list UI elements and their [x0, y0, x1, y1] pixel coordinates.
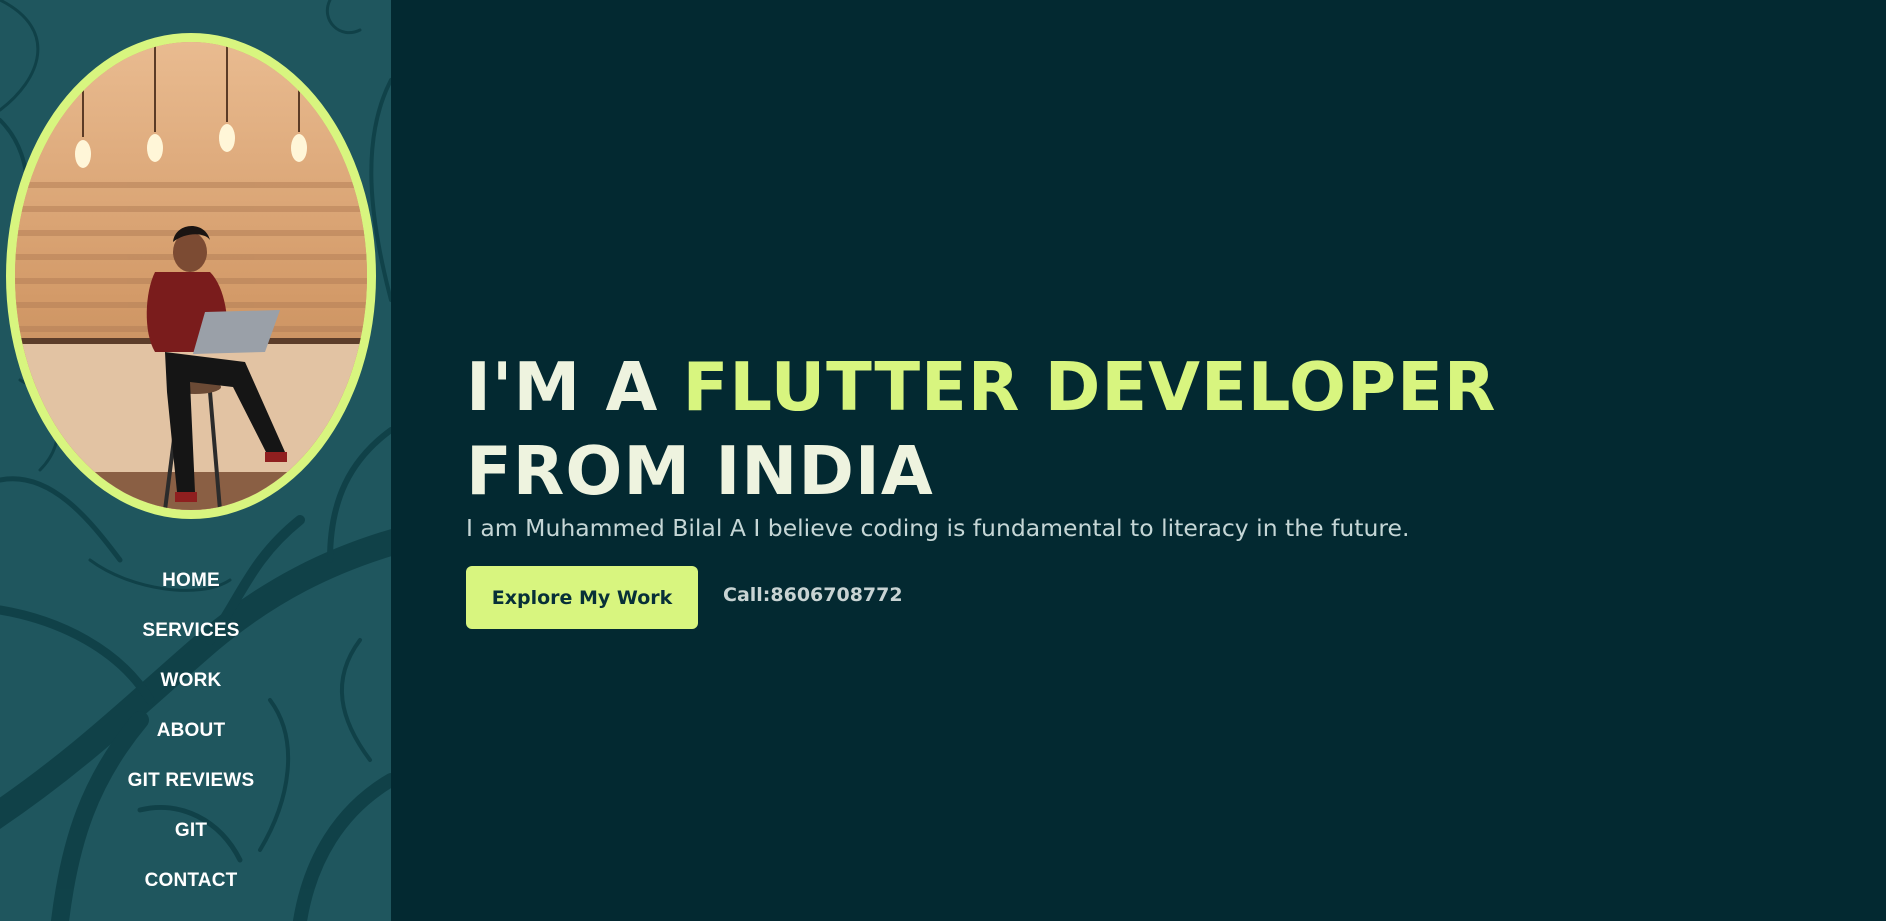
call-link[interactable]: Call:8606708772 — [723, 584, 903, 606]
headline-accent: FLUTTER DEVELOPER — [682, 348, 1497, 426]
profile-photo — [6, 33, 376, 519]
hero-headline: I'M A FLUTTER DEVELOPER FROM INDIA — [466, 345, 1496, 513]
nav-services[interactable]: SERVICES — [142, 610, 239, 660]
explore-work-button[interactable]: Explore My Work — [466, 566, 698, 629]
hero-section: I'M A FLUTTER DEVELOPER FROM INDIA I am … — [466, 345, 1496, 629]
nav-git[interactable]: GIT — [175, 810, 207, 860]
headline-line2: FROM INDIA — [466, 432, 934, 510]
headline-prefix: I'M A — [466, 348, 683, 426]
hero-subtitle: I am Muhammed Bilal A I believe coding i… — [466, 514, 1410, 542]
hero-actions: Explore My Work Call:8606708772 — [466, 566, 1496, 629]
nav-home[interactable]: HOME — [162, 560, 220, 610]
nav-contact[interactable]: CONTACT — [145, 860, 238, 910]
main-nav: HOME SERVICES WORK ABOUT GIT REVIEWS GIT… — [0, 560, 382, 910]
profile-photo-icon — [15, 42, 367, 510]
nav-git-reviews[interactable]: GIT REVIEWS — [128, 760, 255, 810]
sidebar: HOME SERVICES WORK ABOUT GIT REVIEWS GIT… — [0, 0, 391, 921]
nav-about[interactable]: ABOUT — [157, 710, 226, 760]
nav-work[interactable]: WORK — [161, 660, 222, 710]
